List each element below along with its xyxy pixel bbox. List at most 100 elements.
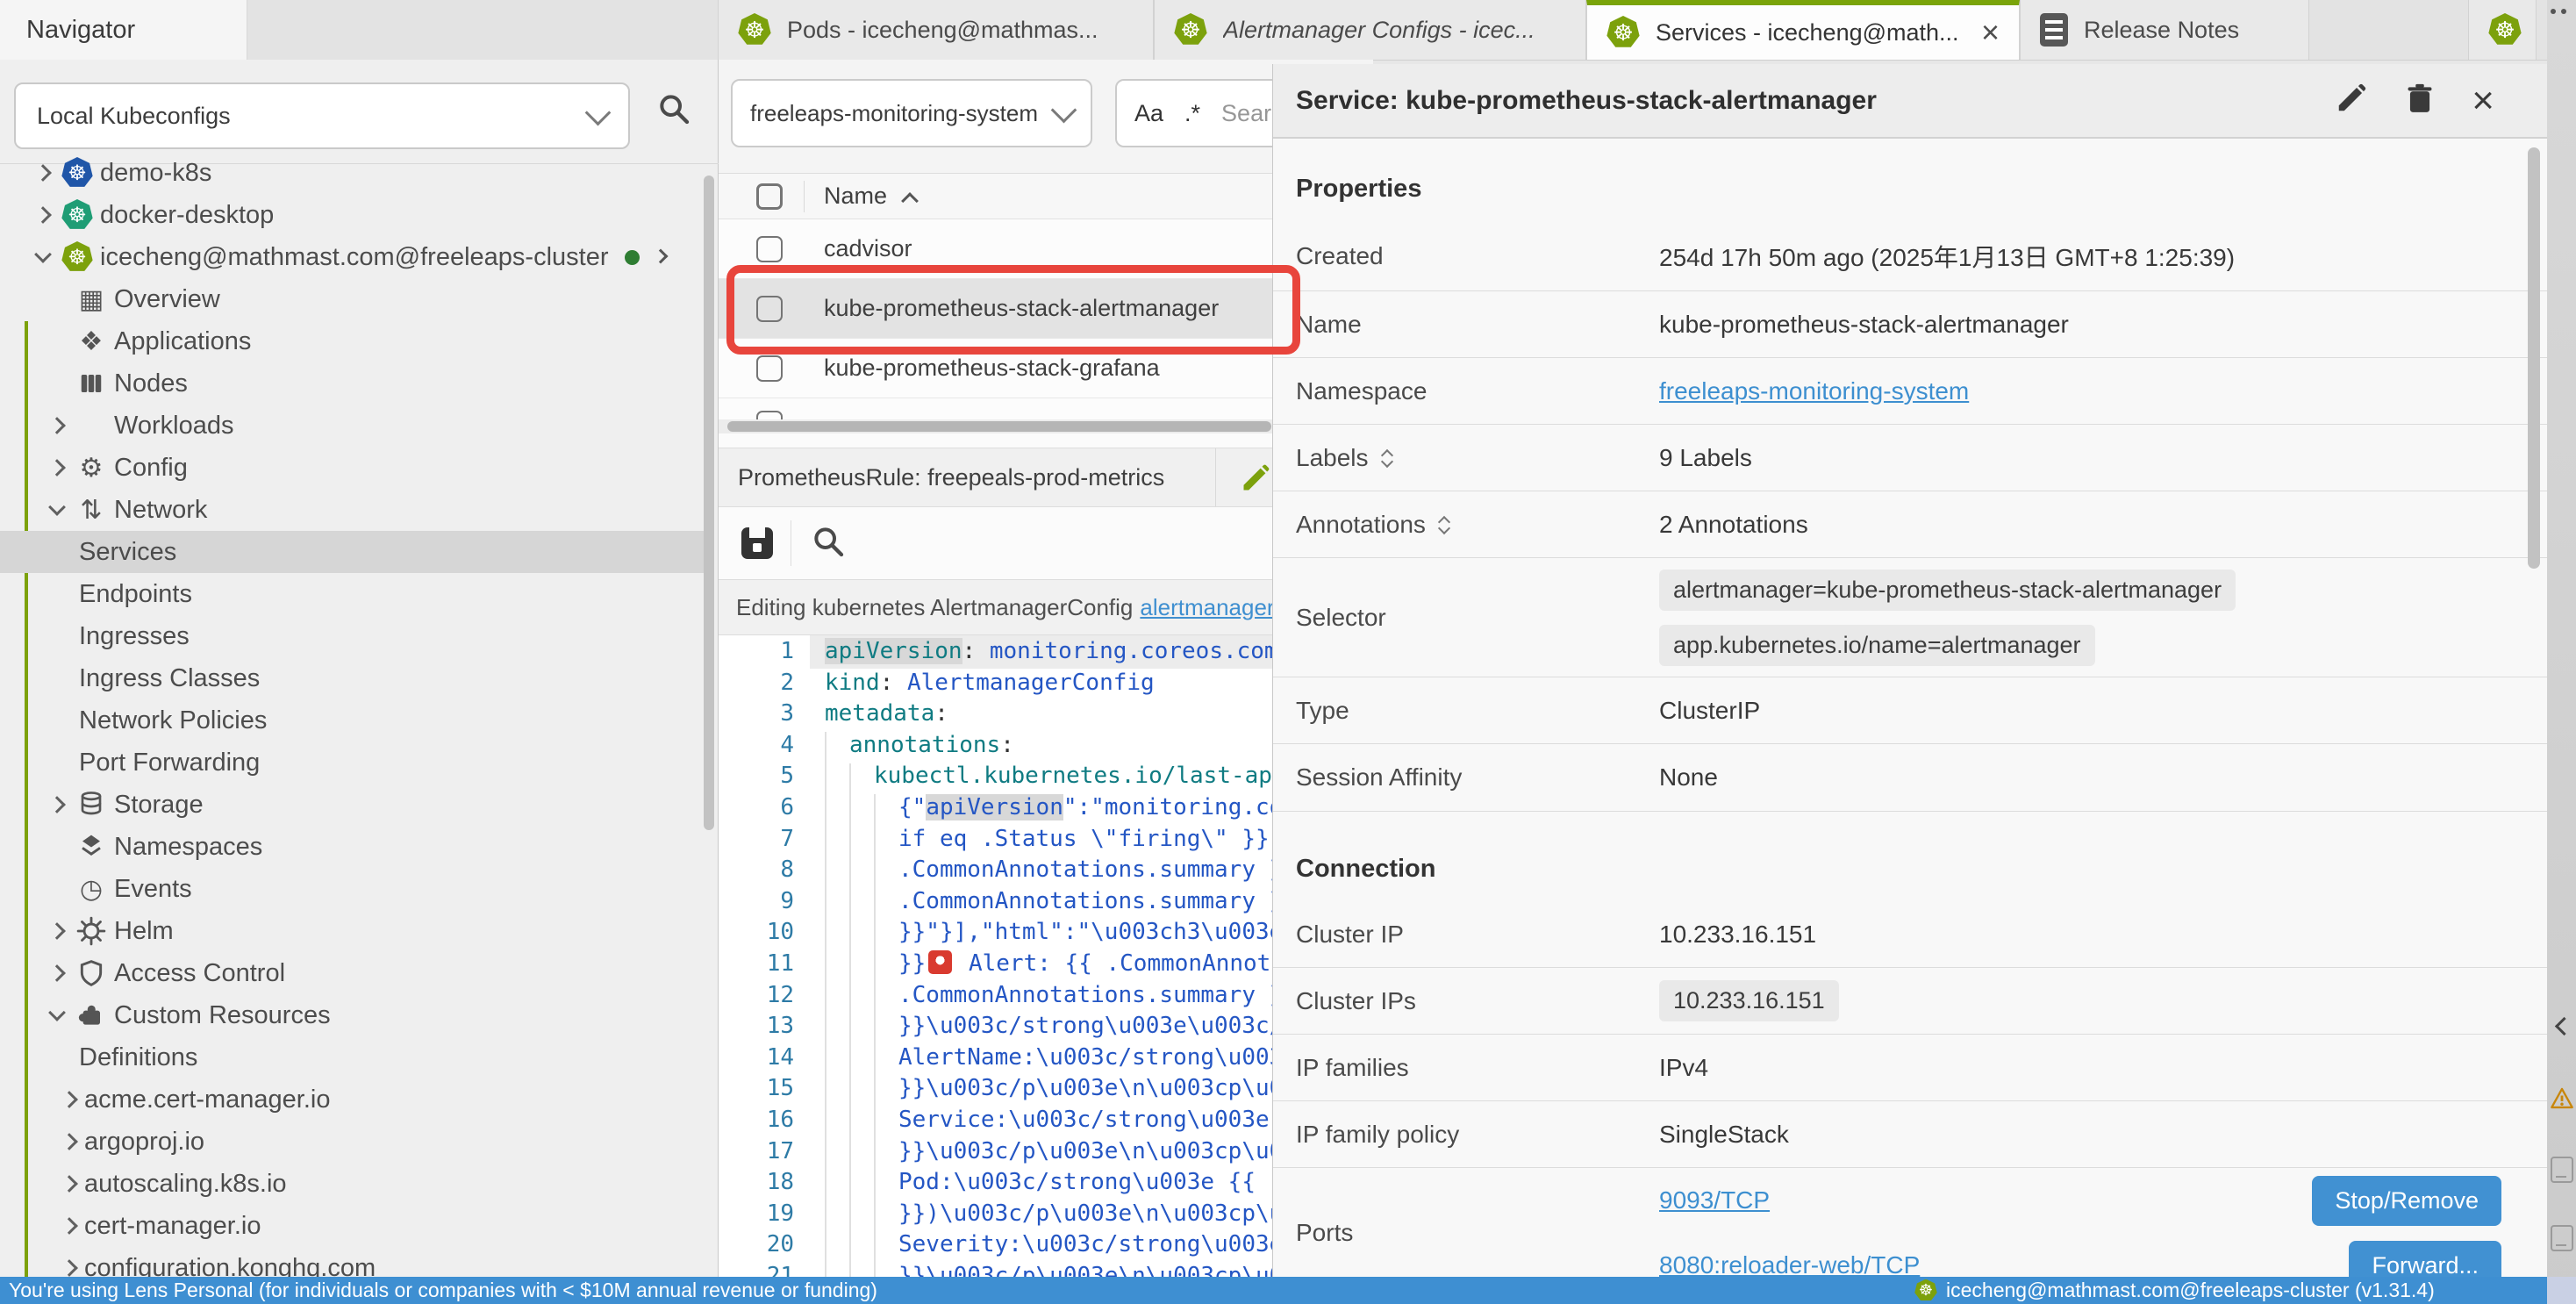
detail-value: 254d 17h 50m ago (2025年1月13日 GMT+8 1:25:…	[1659, 239, 2235, 274]
sidebar-item-cert-manager-io[interactable]: cert-manager.io	[0, 1205, 706, 1247]
sidebar-item-access-control[interactable]: Access Control	[0, 952, 706, 994]
ports-list: 9093/TCP Stop/Remove 8080:reloader-web/TCP…	[1659, 1168, 2547, 1277]
sort-toggle-icon[interactable]	[1440, 516, 1450, 533]
chevron-down-icon[interactable]	[30, 245, 54, 269]
sidebar-item-config[interactable]: ⚙Config	[0, 447, 706, 489]
editor-search-icon[interactable]	[811, 524, 846, 563]
detail-value: ClusterIP	[1659, 697, 1760, 725]
sidebar-item-network[interactable]: ⇅Network	[0, 489, 706, 531]
sidebar-item-icecheng-mathmast-com-freeleaps-cluster[interactable]: ☸icecheng@mathmast.com@freeleaps-cluster	[0, 236, 706, 278]
sort-asc-icon[interactable]	[901, 188, 919, 205]
detail-value: 9 Labels	[1659, 444, 1752, 472]
sidebar-item-autoscaling-k8s-io[interactable]: autoscaling.k8s.io	[0, 1163, 706, 1205]
select-all-checkbox[interactable]	[756, 183, 783, 210]
sidebar-item-custom-resources[interactable]: Custom Resources	[0, 994, 706, 1036]
tab-services-icecheng-math[interactable]: ☸Services - icecheng@math...×	[1586, 0, 2020, 60]
sidebar-item-acme-cert-manager-io[interactable]: acme.cert-manager.io	[0, 1078, 706, 1121]
sidebar-item-port-forwarding[interactable]: Port Forwarding	[0, 742, 706, 784]
match-case-toggle[interactable]: Aa	[1134, 100, 1163, 127]
chevron-down-icon[interactable]	[44, 1003, 68, 1028]
tab-pods-icecheng-mathmas[interactable]: ☸Pods - icecheng@mathmas...	[718, 0, 1154, 60]
detail-scrollbar[interactable]	[2528, 147, 2540, 569]
detail-row-ports: Ports9093/TCPStop/Remove8080:reloader-we…	[1273, 1168, 2547, 1277]
chevron-down-icon[interactable]	[44, 498, 68, 522]
port-link[interactable]: 8080:reloader-web/TCP	[1659, 1251, 1920, 1277]
sidebar-item-endpoints[interactable]: Endpoints	[0, 573, 706, 615]
row-checkbox[interactable]	[756, 236, 783, 262]
overflow-dots-icon	[2551, 9, 2566, 14]
sidebar-item-nodes[interactable]: Nodes	[0, 362, 706, 405]
sidebar-item-events[interactable]: ◷Events	[0, 868, 706, 910]
chevron-right-icon[interactable]	[44, 961, 68, 985]
edit-icon[interactable]	[1240, 462, 1271, 500]
k8s-green-icon: ☸	[58, 197, 97, 233]
chevron-right-icon[interactable]	[56, 1171, 81, 1196]
namespace-link[interactable]: freeleaps-monitoring-system	[1659, 377, 1969, 405]
sidebar-item-definitions[interactable]: Definitions	[0, 1036, 706, 1078]
sidebar-item-network-policies[interactable]: Network Policies	[0, 699, 706, 742]
code-token: }}"}],"html":"\u003ch3\u003e\u	[898, 919, 1311, 945]
stop-remove-button[interactable]: Stop/Remove	[2312, 1176, 2501, 1226]
edit-icon[interactable]	[2335, 82, 2368, 119]
tab-alertmanager-configs-icec[interactable]: ☸Alertmanager Configs - icec...	[1154, 0, 1586, 60]
chevron-right-icon[interactable]	[652, 248, 669, 266]
detail-row-ip-family-policy: IP family policySingleStack	[1273, 1101, 2547, 1168]
warning-triangle-icon[interactable]	[2549, 1086, 2575, 1115]
sidebar-scrollbar[interactable]	[704, 176, 714, 830]
tab-release-notes[interactable]: Release Notes	[2020, 0, 2309, 60]
forward-button[interactable]: Forward...	[2349, 1241, 2501, 1278]
sidebar-item-applications[interactable]: ❖Applications	[0, 320, 706, 362]
port-link[interactable]: 9093/TCP	[1659, 1186, 1770, 1214]
chevron-right-icon[interactable]	[30, 161, 54, 185]
sidebar-item-storage[interactable]: Storage	[0, 784, 706, 826]
code-line: Severity:\u003c/strong\u003e	[898, 1231, 1283, 1257]
close-icon[interactable]: ×	[2472, 82, 2494, 120]
sidebar-item-ingresses[interactable]: Ingresses	[0, 615, 706, 657]
sidebar-item-ingress-classes[interactable]: Ingress Classes	[0, 657, 706, 699]
line-number: 6	[719, 794, 794, 820]
kubeconfig-selector[interactable]: Local Kubeconfigs	[14, 82, 630, 149]
line-number: 15	[719, 1075, 794, 1101]
save-icon[interactable]	[741, 527, 773, 559]
chevron-right-icon[interactable]	[30, 203, 54, 227]
alertmanager-config-link[interactable]: alertmanager	[1140, 594, 1274, 621]
chevron-right-icon[interactable]	[44, 413, 68, 438]
sidebar-item-demo-k8s[interactable]: ☸demo-k8s	[0, 152, 706, 194]
sidebar-item-helm[interactable]: Helm	[0, 910, 706, 952]
row-checkbox[interactable]	[756, 355, 783, 382]
sidebar-item-argoproj-io[interactable]: argoproj.io	[0, 1121, 706, 1163]
sidebar-item-workloads[interactable]: Workloads	[0, 405, 706, 447]
panel-button[interactable]	[2551, 1157, 2573, 1183]
chevron-right-icon[interactable]	[56, 1129, 81, 1154]
code-token: }}\u003c/strong\u003e\u003c/h3	[898, 1013, 1311, 1039]
code-line: kind: AlertmanagerConfig	[825, 670, 1155, 696]
sort-toggle-icon[interactable]	[1383, 449, 1393, 466]
detail-label: Session Affinity	[1296, 763, 1659, 792]
k8s-olive-icon: ☸	[58, 240, 97, 275]
close-tab-icon[interactable]: ×	[1981, 17, 2000, 48]
chevron-right-icon[interactable]	[44, 455, 68, 480]
kubeconfig-selector-value: Local Kubeconfigs	[37, 103, 231, 130]
detail-panel-title: Service: kube-prometheus-stack-alertmana…	[1296, 86, 1877, 116]
sidebar-item-overview[interactable]: ▦Overview	[0, 278, 706, 320]
panel-button[interactable]	[2551, 1225, 2573, 1251]
chevron-right-icon[interactable]	[44, 919, 68, 943]
namespace-selector[interactable]: freeleaps-monitoring-system	[731, 79, 1092, 147]
detail-row-namespace: Namespacefreeleaps-monitoring-system	[1273, 358, 2547, 425]
chevron-right-icon[interactable]	[56, 1214, 81, 1238]
chevron-up-icon	[1440, 516, 1450, 523]
column-header-name[interactable]: Name	[824, 183, 887, 210]
delete-icon[interactable]	[2403, 82, 2436, 119]
chevron-left-icon[interactable]	[2552, 1018, 2570, 1035]
namespace-selector-value: freeleaps-monitoring-system	[750, 100, 1038, 127]
chevron-right-icon[interactable]	[44, 792, 68, 817]
divider	[804, 181, 805, 212]
sidebar-item-services[interactable]: Services	[0, 531, 706, 573]
sidebar-item-namespaces[interactable]: Namespaces	[0, 826, 706, 868]
sidebar-item-docker-desktop[interactable]: ☸docker-desktop	[0, 194, 706, 236]
detail-label: Labels	[1296, 444, 1659, 472]
sidebar-search-icon[interactable]	[656, 91, 691, 131]
regex-toggle[interactable]: .*	[1184, 100, 1200, 127]
tab-partial[interactable]: ☸	[2468, 0, 2537, 60]
chevron-right-icon[interactable]	[56, 1087, 81, 1112]
